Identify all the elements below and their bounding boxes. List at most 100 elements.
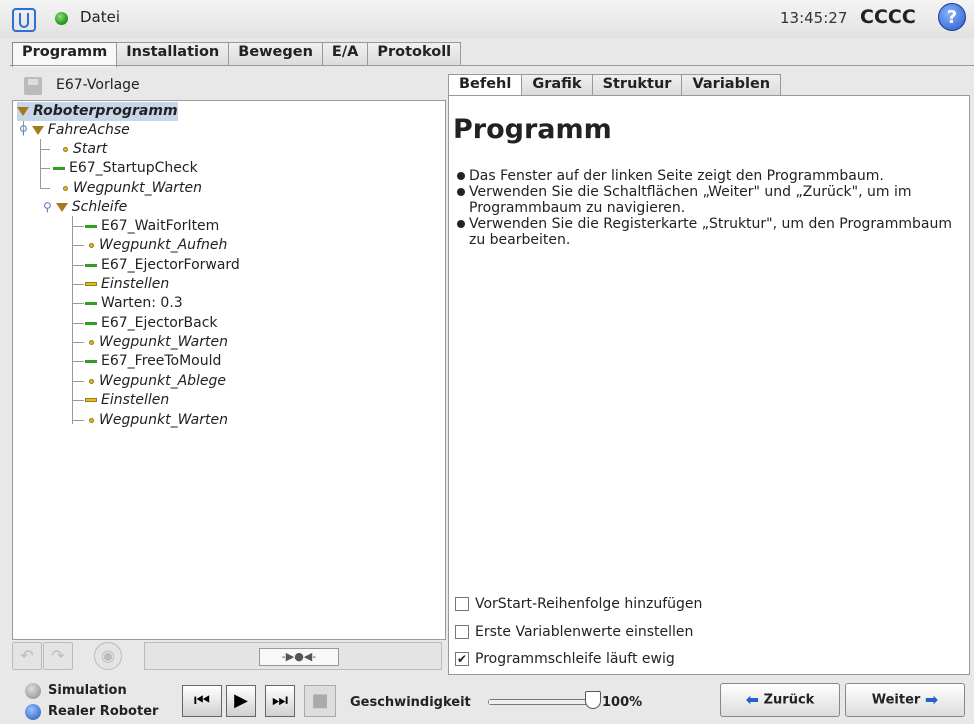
tree-node-command[interactable]: E67_FreeToMould	[85, 352, 221, 371]
robot-status-icon	[55, 12, 68, 25]
tree-expander-icon[interactable]: ⚲	[43, 200, 52, 214]
program-name: E67-Vorlage	[56, 77, 140, 93]
tree-connector	[40, 188, 50, 189]
clock: 13:45:27	[780, 9, 848, 27]
checkbox-label: VorStart-Reihenfolge hinzufügen	[475, 596, 703, 612]
checkbox-loop-forever[interactable]: ✔ Programmschleife läuft ewig	[455, 650, 675, 670]
tree-node-command[interactable]: Warten: 0.3	[85, 294, 183, 313]
tab-installation[interactable]: Installation	[116, 42, 230, 65]
rewind-button[interactable]: ⏮	[182, 685, 222, 717]
speed-slider-knob[interactable]	[585, 691, 601, 709]
tree-node-command[interactable]: E67_EjectorForward	[85, 256, 240, 275]
save-icon[interactable]	[24, 77, 42, 95]
help-text: Das Fenster auf der linken Seite zeigt d…	[457, 168, 967, 248]
redo-icon[interactable]: ↷	[43, 642, 73, 670]
arrow-left-icon: ⬅	[745, 690, 760, 709]
stop-at-icon[interactable]: ◉	[94, 642, 122, 670]
back-label: Zurück	[763, 692, 815, 708]
waypoint-icon	[89, 417, 94, 423]
tree-node-waypoint[interactable]: Start	[63, 140, 107, 159]
speed-label: Geschwindigkeit	[350, 695, 471, 710]
tree-node-waypoint[interactable]: Wegpunkt_Ablege	[89, 372, 226, 391]
tree-node-label: Schleife	[71, 199, 128, 215]
program-tree[interactable]: Roboterprogramm ⚲ FahreAchse Start E67_St…	[12, 100, 446, 640]
tree-connector	[40, 168, 50, 169]
collapse-triangle-icon[interactable]	[55, 202, 68, 212]
checkbox-icon[interactable]	[455, 597, 469, 611]
waypoint-icon	[89, 378, 94, 384]
tree-node-folder[interactable]: ⚲ FahreAchse	[19, 121, 130, 140]
tree-connector	[72, 216, 73, 424]
tree-node-set[interactable]: Einstellen	[85, 391, 169, 410]
tab-struktur[interactable]: Struktur	[591, 74, 683, 95]
tree-node-label: Roboterprogramm	[33, 103, 178, 119]
undo-icon[interactable]: ↶	[12, 642, 42, 670]
tree-connector	[72, 323, 84, 324]
tree-node-waypoint[interactable]: Wegpunkt_Warten	[89, 411, 228, 430]
stop-button[interactable]: ■	[304, 685, 336, 717]
tree-node-command[interactable]: E67_EjectorBack	[85, 314, 218, 333]
tab-grafik[interactable]: Grafik	[521, 74, 593, 95]
tree-connector	[72, 284, 84, 285]
program-name-bar: E67-Vorlage	[12, 74, 446, 98]
expand-collapse-button[interactable]: -▶●◀-	[144, 642, 442, 670]
command-icon	[53, 166, 65, 170]
tree-node-waypoint[interactable]: Wegpunkt_Warten	[89, 333, 228, 352]
help-icon[interactable]: ?	[938, 3, 966, 31]
tab-befehl[interactable]: Befehl	[448, 74, 523, 97]
tree-node-label: Wegpunkt_Warten	[99, 334, 228, 350]
tree-node-label: Wegpunkt_Warten	[73, 180, 202, 196]
checkbox-label: Erste Variablenwerte einstellen	[475, 624, 694, 640]
panel-title: Programm	[453, 114, 612, 145]
help-bullet: Verwenden Sie die Registerkarte „Struktu…	[457, 216, 967, 248]
speed-value: 100%	[602, 695, 643, 710]
tree-node-label: E67_EjectorBack	[101, 315, 218, 331]
simulation-radio[interactable]	[25, 683, 41, 699]
tab-variablen[interactable]: Variablen	[681, 74, 782, 95]
tree-connector	[72, 400, 84, 401]
collapse-triangle-icon[interactable]	[17, 106, 29, 116]
next-button[interactable]: Weiter ➡	[845, 683, 965, 717]
collapse-triangle-icon[interactable]	[31, 125, 44, 135]
real-robot-radio[interactable]	[25, 704, 41, 720]
tree-connector	[72, 381, 84, 382]
tree-node-label: FahreAchse	[47, 122, 130, 138]
waypoint-icon	[89, 339, 94, 345]
back-button[interactable]: ⬅ Zurück	[720, 683, 840, 717]
tree-connector	[72, 361, 84, 362]
simulation-label: Simulation	[48, 683, 127, 698]
tree-node-waypoint[interactable]: Wegpunkt_Warten	[63, 179, 202, 198]
step-button[interactable]: ⏭	[265, 685, 295, 717]
tree-connector	[40, 149, 50, 150]
speed-slider[interactable]	[488, 699, 592, 705]
tree-connector	[72, 303, 84, 304]
tree-node-set[interactable]: Einstellen	[85, 275, 169, 294]
checkbox-vorstart[interactable]: VorStart-Reihenfolge hinzufügen	[455, 595, 702, 615]
checkbox-variables[interactable]: Erste Variablenwerte einstellen	[455, 623, 693, 643]
tree-connector	[72, 420, 84, 421]
play-button[interactable]: ▶	[226, 685, 256, 717]
tab-bewegen[interactable]: Bewegen	[228, 42, 323, 65]
tree-node-command[interactable]: E67_WaitForItem	[85, 217, 219, 236]
checkbox-icon[interactable]	[455, 625, 469, 639]
tree-node-label: Start	[73, 141, 108, 157]
tree-node-folder[interactable]: ⚲ Schleife	[43, 198, 127, 217]
arrow-right-icon: ➡	[924, 690, 939, 709]
tree-node-command[interactable]: E67_StartupCheck	[53, 159, 198, 178]
tree-node-root[interactable]: Roboterprogramm	[17, 102, 178, 121]
tab-protokoll[interactable]: Protokoll	[367, 42, 462, 65]
tree-node-label: E67_EjectorForward	[101, 257, 240, 273]
tree-node-waypoint[interactable]: Wegpunkt_Aufneh	[89, 236, 227, 255]
tree-toolbar: ↶ ↷ ◉ -▶●◀-	[12, 642, 446, 674]
checkbox-checked-icon[interactable]: ✔	[455, 652, 469, 666]
tree-node-label: Einstellen	[101, 392, 170, 408]
file-menu[interactable]: Datei	[80, 8, 120, 26]
tree-expander-icon[interactable]: ⚲	[19, 123, 28, 137]
tab-programm[interactable]: Programm	[12, 42, 118, 67]
tree-node-label: Warten: 0.3	[101, 295, 183, 311]
speed-fill	[489, 700, 591, 704]
command-icon	[85, 224, 97, 228]
command-body: Programm Das Fenster auf der linken Seit…	[448, 95, 970, 675]
tab-ea[interactable]: E/A	[321, 42, 369, 65]
command-icon	[85, 301, 97, 305]
